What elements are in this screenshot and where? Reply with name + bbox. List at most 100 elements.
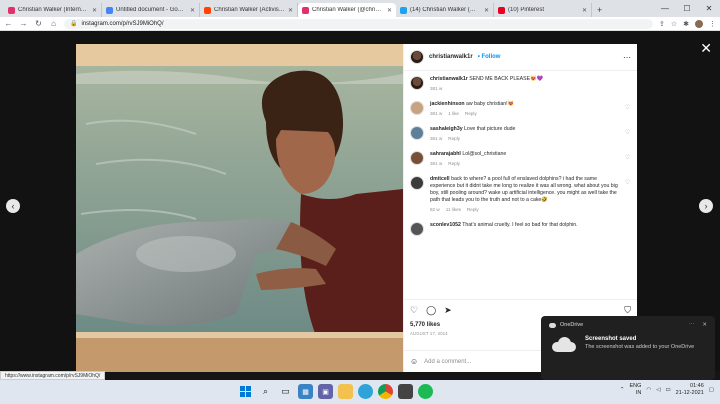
emoji-smile-icon[interactable]: ☺ [410, 357, 418, 366]
chat-icon[interactable]: ▣ [318, 384, 333, 399]
edge-browser-icon[interactable] [358, 384, 373, 399]
spotify-icon[interactable] [418, 384, 433, 399]
home-icon[interactable]: ⌂ [49, 19, 58, 28]
tab-favicon [498, 6, 505, 14]
clock[interactable]: 01:46 21-12-2021 [676, 383, 704, 397]
profile-avatar[interactable] [695, 19, 703, 28]
add-comment-input[interactable]: Add a comment... [424, 359, 471, 365]
commenter-avatar[interactable] [410, 222, 424, 236]
maximize-icon[interactable]: ☐ [676, 4, 698, 13]
onedrive-notification[interactable]: OneDrive ⋯ ✕ Screenshot saved The screens… [541, 316, 715, 380]
comment-username[interactable]: sconlev1052 [430, 222, 461, 228]
close-tab-icon[interactable]: ✕ [288, 7, 293, 14]
save-bookmark-icon[interactable]: ⛉ [624, 305, 631, 316]
search-icon[interactable]: ⌕ [258, 384, 273, 399]
comment-text: aw baby christian!😻 [466, 101, 515, 107]
browser-tab[interactable]: Christian Walker (Activist) - R ✕ [200, 3, 298, 17]
comment-username[interactable]: sahrarajabhl [430, 151, 461, 157]
comment-likes[interactable]: 1 like [448, 110, 459, 117]
reply-button[interactable]: Reply [465, 110, 477, 117]
follow-button[interactable]: • Follow [478, 54, 501, 60]
widgets-icon[interactable]: ▦ [298, 384, 313, 399]
extensions-icon[interactable]: ✱ [683, 20, 689, 28]
share-paper-plane-icon[interactable]: ➤ [444, 305, 452, 316]
onedrive-cloud-icon [549, 336, 577, 354]
author-avatar[interactable] [410, 50, 424, 64]
close-tab-icon[interactable]: ✕ [582, 7, 587, 14]
browser-tab[interactable]: Christian Walker (Internet pe ✕ [4, 3, 102, 17]
store-icon[interactable] [398, 384, 413, 399]
comment-time: 82 w [430, 207, 440, 212]
tab-title: (10) Pinterest [508, 7, 545, 13]
comment-time: 381 w [430, 161, 443, 166]
new-tab-button[interactable]: + [592, 3, 607, 17]
next-post-button[interactable]: › [699, 199, 713, 213]
menu-dots-icon[interactable]: ⋮ [709, 20, 716, 28]
minimize-icon[interactable]: — [654, 4, 676, 13]
close-tab-icon[interactable]: ✕ [92, 7, 97, 14]
close-tab-icon[interactable]: ✕ [190, 7, 195, 14]
comment-likes[interactable]: 11 likes [446, 206, 461, 213]
bookmark-star-icon[interactable]: ☆ [671, 20, 677, 28]
language-indicator[interactable]: ENG IN [629, 383, 641, 397]
previous-post-button[interactable]: ‹ [6, 199, 20, 213]
author-username[interactable]: christianwalk1r [429, 54, 473, 60]
forward-icon[interactable]: → [19, 19, 28, 28]
chrome-browser-icon[interactable] [378, 384, 393, 399]
commenter-avatar[interactable] [410, 101, 424, 115]
browser-tab[interactable]: Untitled document - Google ✕ [102, 3, 200, 17]
commenter-avatar[interactable] [410, 151, 424, 165]
like-comment-heart-icon[interactable]: ♡ [625, 180, 630, 187]
wifi-icon[interactable]: ◠ [646, 387, 651, 393]
comments-list[interactable]: christianwalk1r SEND ME BACK PLEASE😻💜 38… [404, 72, 637, 302]
toolbar-icons: ⇪ ☆ ✱ ⋮ [659, 19, 716, 28]
tab-bar: Christian Walker (Internet pe ✕ Untitled … [0, 0, 720, 17]
reply-button[interactable]: Reply [448, 160, 460, 167]
share-icon[interactable]: ⇪ [659, 20, 665, 28]
like-comment-heart-icon[interactable]: ♡ [625, 130, 630, 137]
tab-title: Christian Walker (Internet pe [18, 7, 89, 13]
author-avatar[interactable] [410, 76, 424, 90]
like-heart-icon[interactable]: ♡ [410, 305, 418, 316]
comment-text: That's animal cruelty. I feel so bad for… [462, 222, 578, 228]
chevron-up-icon[interactable]: ⌃ [620, 387, 625, 393]
start-windows-icon[interactable] [238, 384, 253, 399]
caption-text: SEND ME BACK PLEASE😻💜 [469, 76, 543, 82]
reload-icon[interactable]: ↻ [34, 19, 43, 28]
reply-button[interactable]: Reply [467, 206, 479, 213]
back-icon[interactable]: ← [4, 19, 13, 28]
commenter-avatar[interactable] [410, 176, 424, 190]
volume-icon[interactable]: ◁ [656, 387, 660, 393]
task-view-icon[interactable]: ▭ [278, 384, 293, 399]
comment-bubble-icon[interactable]: ◯ [426, 305, 436, 316]
browser-tab[interactable]: (14) Christian Walker (@Chri ✕ [396, 3, 494, 17]
caption-time: 381 w [430, 86, 443, 91]
reply-button[interactable]: Reply [448, 135, 460, 142]
close-modal-icon[interactable]: ✕ [700, 41, 712, 55]
comment-username[interactable]: dmitcell [430, 176, 450, 182]
clock-date: 21-12-2021 [675, 390, 704, 396]
close-tab-icon[interactable]: ✕ [387, 7, 392, 14]
like-comment-heart-icon[interactable]: ♡ [625, 105, 630, 112]
browser-tab-active[interactable]: Christian Walker (@christian ✕ [298, 3, 396, 17]
more-options-icon[interactable]: ⋯ [623, 53, 631, 62]
notification-app-name: OneDrive [560, 322, 584, 328]
close-window-icon[interactable]: ✕ [698, 4, 720, 13]
like-comment-heart-icon[interactable]: ♡ [625, 155, 630, 162]
comment-time: 381 w [430, 136, 443, 141]
notification-center-icon[interactable]: ▢ [709, 387, 714, 393]
post-photo[interactable] [76, 44, 403, 372]
file-explorer-icon[interactable] [338, 384, 353, 399]
comment-username[interactable]: sashaleigh3y [430, 126, 463, 132]
tab-favicon [204, 6, 211, 14]
commenter-avatar[interactable] [410, 126, 424, 140]
browser-tab[interactable]: (10) Pinterest ✕ [494, 3, 592, 17]
caption-username[interactable]: christianwalk1r [430, 76, 468, 82]
notification-options-icon[interactable]: ⋯ [689, 322, 695, 328]
notification-close-icon[interactable]: ✕ [702, 322, 707, 328]
close-tab-icon[interactable]: ✕ [484, 7, 489, 14]
notification-title: Screenshot saved [585, 336, 637, 342]
url-field[interactable]: 🔒 instagram.com/p/rvSJ9MiOhQ/ [64, 18, 653, 29]
comment-username[interactable]: jackienhinson [430, 101, 465, 107]
battery-icon[interactable]: ▭ [665, 387, 670, 393]
